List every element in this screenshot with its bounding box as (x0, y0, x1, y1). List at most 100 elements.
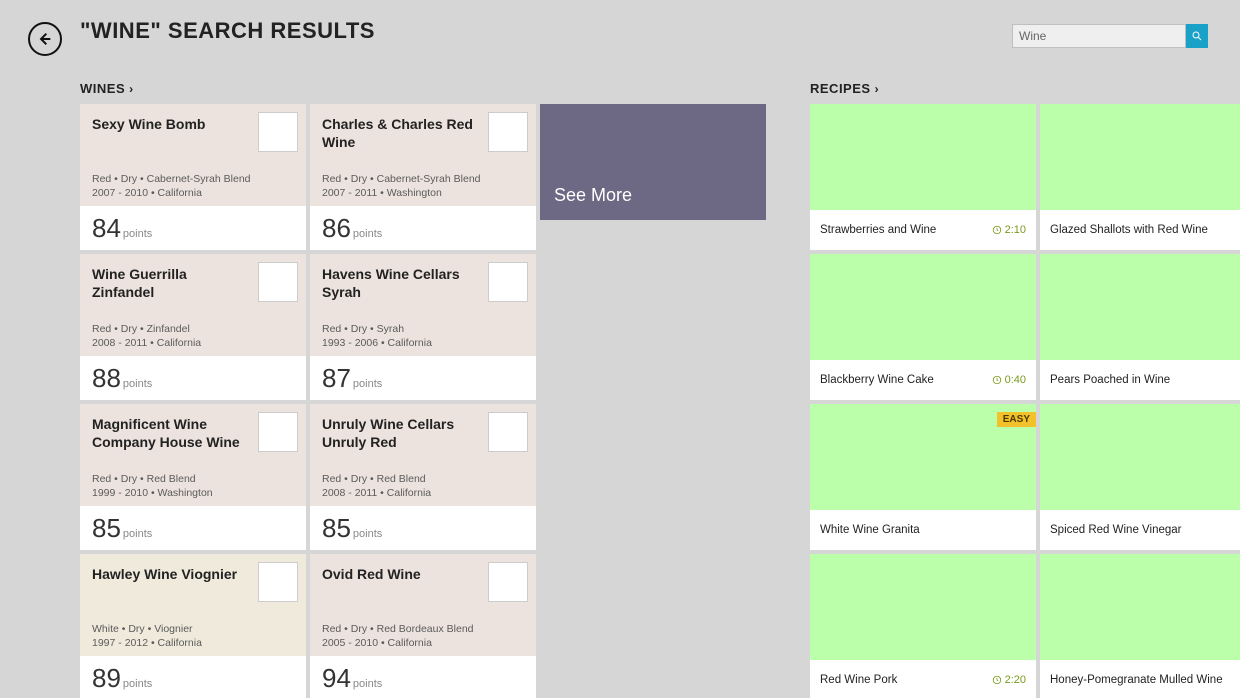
wine-score-number: 87 (322, 356, 351, 400)
chevron-right-icon: › (875, 82, 880, 96)
recipe-title: Spiced Red Wine Vinegar (1050, 524, 1181, 536)
wine-meta: Red • Dry • Red Bordeaux Blend2005 - 201… (322, 622, 474, 650)
wine-score-number: 85 (92, 506, 121, 550)
wine-score-label: points (123, 678, 152, 690)
recipe-title: Blackberry Wine Cake (820, 374, 934, 386)
recipes-section: RECIPES › Strawberries and Wine 2:10 Glaze… (810, 80, 1240, 698)
wines-header-label: WINES (80, 81, 125, 96)
wine-thumbnail (488, 412, 528, 452)
recipes-header-label: RECIPES (810, 81, 871, 96)
recipe-image (1040, 554, 1240, 660)
back-button[interactable] (28, 22, 62, 56)
wine-score: 85points (310, 506, 536, 550)
recipe-image (1040, 254, 1240, 360)
wine-score-label: points (123, 528, 152, 540)
wine-score: 85points (80, 506, 306, 550)
recipe-image: EASY (810, 404, 1036, 510)
wine-score-number: 89 (92, 656, 121, 698)
content: WINES › Sexy Wine BombRed • Dry • Cabern… (0, 80, 1240, 698)
wine-score: 86points (310, 206, 536, 250)
recipe-title: Honey-Pomegranate Mulled Wine (1050, 674, 1223, 686)
chevron-right-icon: › (129, 82, 134, 96)
wine-score-label: points (353, 378, 382, 390)
recipe-image (810, 554, 1036, 660)
wine-score-label: points (353, 228, 382, 240)
wine-meta: White • Dry • Viognier1997 - 2012 • Cali… (92, 622, 202, 650)
recipe-image (810, 254, 1036, 360)
wine-thumbnail (258, 112, 298, 152)
recipe-card[interactable]: Pears Poached in Wine (1040, 254, 1240, 400)
recipe-card[interactable]: Glazed Shallots with Red Wine (1040, 104, 1240, 250)
recipes-header[interactable]: RECIPES › (810, 81, 879, 96)
wine-meta: Red • Dry • Red Blend1999 - 2010 • Washi… (92, 472, 213, 500)
recipe-card[interactable]: Red Wine Pork 2:20 (810, 554, 1036, 698)
wine-score: 88points (80, 356, 306, 400)
clock-icon (992, 225, 1002, 235)
wine-meta: Red • Dry • Syrah1993 - 2006 • Californi… (322, 322, 432, 350)
wines-section: WINES › Sexy Wine BombRed • Dry • Cabern… (80, 80, 766, 698)
wine-meta: Red • Dry • Zinfandel2008 - 2011 • Calif… (92, 322, 201, 350)
wine-score-label: points (123, 378, 152, 390)
search-icon (1191, 30, 1203, 42)
wine-card[interactable]: Sexy Wine BombRed • Dry • Cabernet-Syrah… (80, 104, 306, 250)
wine-thumbnail (488, 262, 528, 302)
wine-meta: Red • Dry • Cabernet-Syrah Blend2007 - 2… (322, 172, 481, 200)
wine-card[interactable]: Unruly Wine Cellars Unruly RedRed • Dry … (310, 404, 536, 550)
wines-grid: Sexy Wine BombRed • Dry • Cabernet-Syrah… (80, 104, 766, 698)
recipe-card[interactable]: EASY White Wine Granita (810, 404, 1036, 550)
search-input[interactable] (1012, 24, 1186, 48)
app-header: "WINE" SEARCH RESULTS (0, 0, 1240, 80)
search-button[interactable] (1186, 24, 1208, 48)
wine-score-label: points (353, 528, 382, 540)
difficulty-badge: EASY (997, 412, 1036, 427)
empty-cell (540, 404, 766, 550)
wine-score-number: 85 (322, 506, 351, 550)
wine-card[interactable]: Magnificent Wine Company House WineRed •… (80, 404, 306, 550)
wine-thumbnail (258, 262, 298, 302)
wine-score-label: points (123, 228, 152, 240)
see-more-tile[interactable]: See More (540, 104, 766, 220)
wine-card[interactable]: Hawley Wine ViognierWhite • Dry • Viogni… (80, 554, 306, 698)
recipe-time: 2:10 (992, 224, 1026, 236)
arrow-left-icon (37, 31, 53, 47)
recipe-time: 2:20 (992, 674, 1026, 686)
clock-icon (992, 375, 1002, 385)
recipe-title: Pears Poached in Wine (1050, 374, 1170, 386)
wine-score-number: 84 (92, 206, 121, 250)
wine-score-number: 88 (92, 356, 121, 400)
wine-card[interactable]: Wine Guerrilla ZinfandelRed • Dry • Zinf… (80, 254, 306, 400)
wine-thumbnail (488, 112, 528, 152)
wine-score-number: 94 (322, 656, 351, 698)
recipe-title: White Wine Granita (820, 524, 920, 536)
wine-score: 89points (80, 656, 306, 698)
recipe-card[interactable]: Spiced Red Wine Vinegar (1040, 404, 1240, 550)
recipe-card[interactable]: Strawberries and Wine 2:10 (810, 104, 1036, 250)
recipe-title: Glazed Shallots with Red Wine (1050, 224, 1208, 236)
recipe-card[interactable]: Honey-Pomegranate Mulled Wine (1040, 554, 1240, 698)
recipe-image (1040, 104, 1240, 210)
wine-card[interactable]: Charles & Charles Red WineRed • Dry • Ca… (310, 104, 536, 250)
wine-card[interactable]: Ovid Red WineRed • Dry • Red Bordeaux Bl… (310, 554, 536, 698)
wine-meta: Red • Dry • Cabernet-Syrah Blend2007 - 2… (92, 172, 251, 200)
recipe-card[interactable]: Blackberry Wine Cake 0:40 (810, 254, 1036, 400)
wine-thumbnail (258, 412, 298, 452)
recipe-title: Red Wine Pork (820, 674, 897, 686)
recipe-image (810, 104, 1036, 210)
wine-card[interactable]: Havens Wine Cellars SyrahRed • Dry • Syr… (310, 254, 536, 400)
wine-score-label: points (353, 678, 382, 690)
wine-thumbnail (488, 562, 528, 602)
wines-header[interactable]: WINES › (80, 81, 134, 96)
recipes-grid: Strawberries and Wine 2:10 Glazed Shallots… (810, 104, 1240, 698)
recipe-title: Strawberries and Wine (820, 224, 936, 236)
wine-score: 84points (80, 206, 306, 250)
recipe-image (1040, 404, 1240, 510)
clock-icon (992, 675, 1002, 685)
empty-cell (540, 254, 766, 400)
wine-meta: Red • Dry • Red Blend2008 - 2011 • Calif… (322, 472, 431, 500)
page-title: "WINE" SEARCH RESULTS (80, 18, 375, 44)
wine-score: 87points (310, 356, 536, 400)
wine-score-number: 86 (322, 206, 351, 250)
search-box (1012, 24, 1208, 48)
recipe-time: 0:40 (992, 374, 1026, 386)
wine-thumbnail (258, 562, 298, 602)
